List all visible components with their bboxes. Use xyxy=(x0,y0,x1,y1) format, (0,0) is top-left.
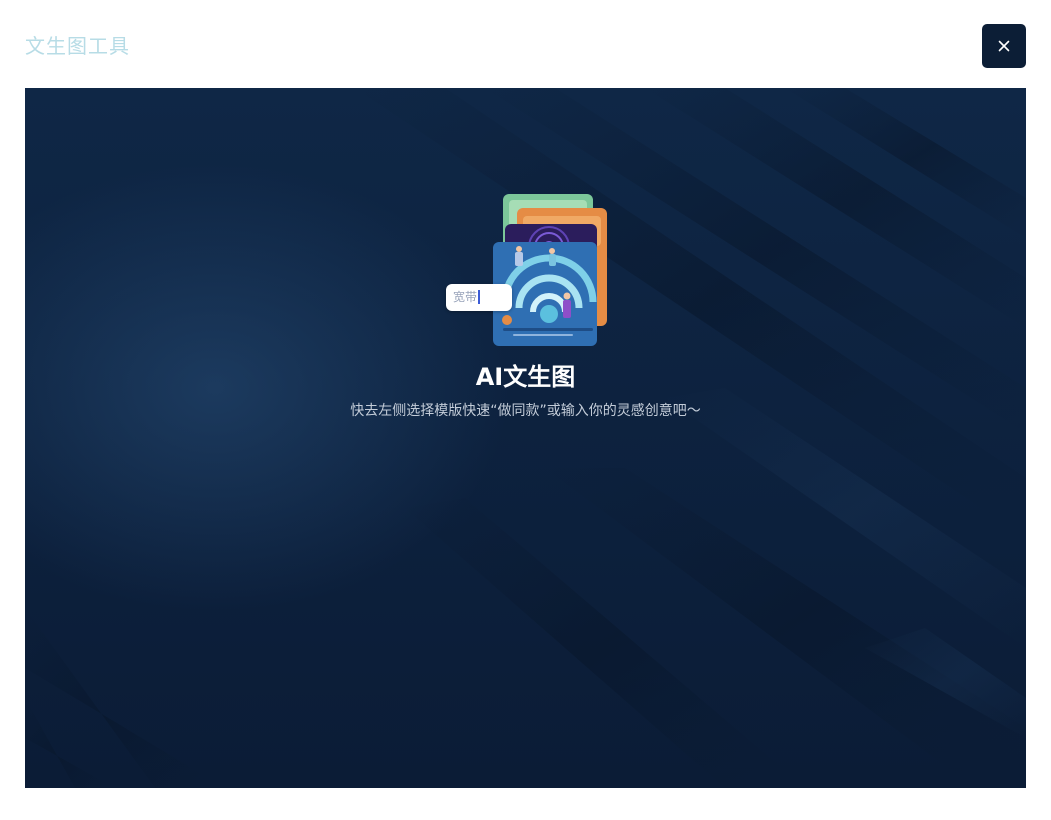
close-button[interactable] xyxy=(982,24,1026,68)
dialog-title: 文生图工具 xyxy=(25,34,130,58)
prompt-chip-text: 宽带 xyxy=(453,290,478,304)
close-icon xyxy=(998,40,1010,52)
preview-canvas: 宽带 AI文生图 快去左侧选择模版快速“做同款”或输入你的灵感创意吧～ xyxy=(25,88,1026,788)
text-caret xyxy=(478,290,480,304)
empty-state-title: AI文生图 xyxy=(475,363,576,391)
prompt-input-chip: 宽带 xyxy=(446,284,512,311)
wifi-cards-illustration: 宽带 xyxy=(443,192,609,348)
text-to-image-tool-dialog: 文生图工具 宽带 AI文生图 快去左侧选择模版快速“做同款”或输入你的灵感创意吧… xyxy=(0,0,1051,820)
empty-state-subtitle: 快去左侧选择模版快速“做同款”或输入你的灵感创意吧～ xyxy=(350,403,701,419)
